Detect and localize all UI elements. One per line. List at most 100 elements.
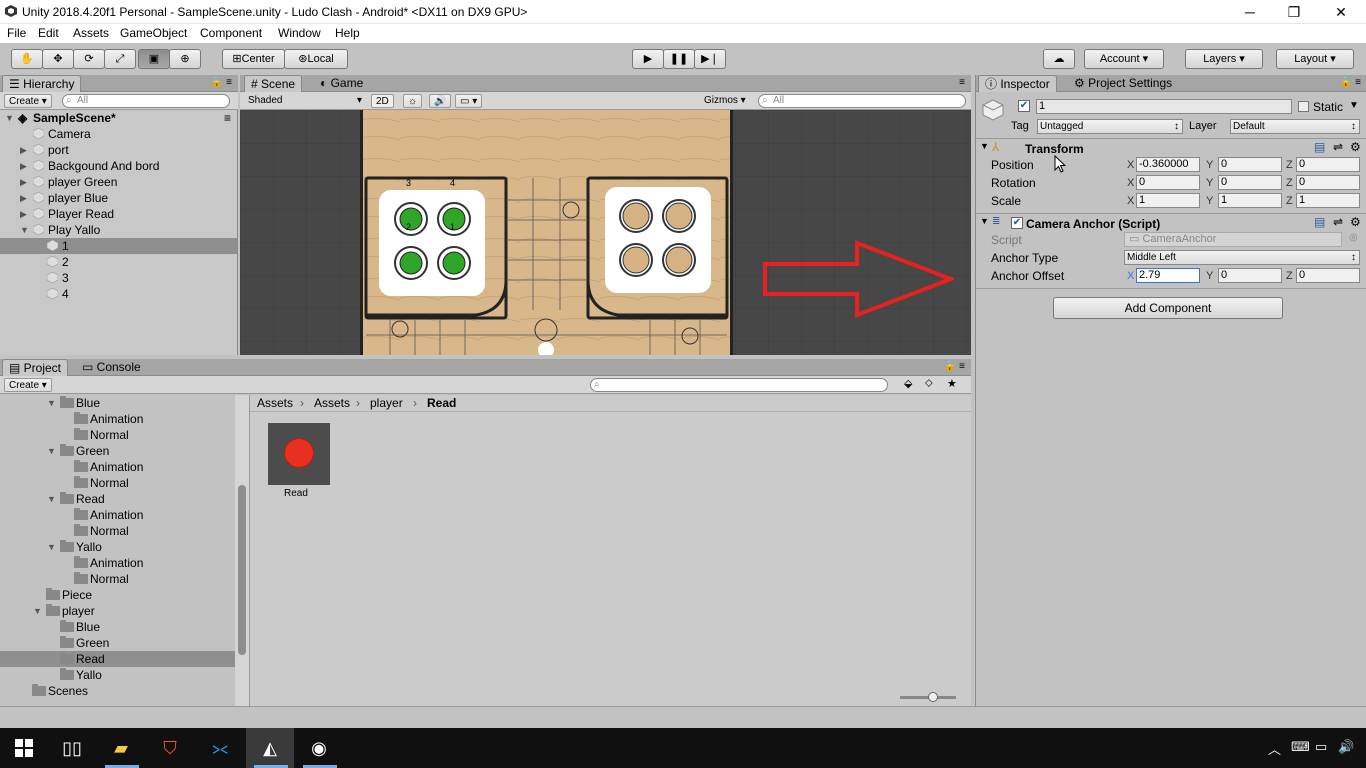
panel-menu-icon[interactable]: ≡: [959, 77, 965, 88]
hierarchy-item[interactable]: Camera: [0, 126, 237, 142]
component-gear-icon[interactable]: ⚙: [1350, 140, 1361, 154]
expand-arrow-icon[interactable]: ▶: [20, 190, 27, 206]
position-z-field[interactable]: 0: [1296, 157, 1360, 172]
display-icon[interactable]: ▭: [1315, 739, 1327, 755]
expand-arrow-icon[interactable]: ▶: [20, 174, 27, 190]
file-explorer-icon[interactable]: ▰: [107, 734, 135, 762]
position-x-field[interactable]: -0.360000: [1136, 157, 1200, 172]
preset-sliders-icon[interactable]: ⇌: [1333, 140, 1343, 154]
windows-start-icon[interactable]: [10, 734, 38, 762]
scene-root[interactable]: ▼ ◈ SampleScene* ≡: [0, 110, 237, 126]
layout-dropdown[interactable]: Layout ▾: [1276, 49, 1354, 69]
folder-item[interactable]: Animation: [0, 507, 237, 523]
folder-item[interactable]: ▼ player: [0, 603, 237, 619]
expand-arrow-icon[interactable]: ▶: [20, 158, 27, 174]
folder-item[interactable]: Normal: [0, 571, 237, 587]
menu-gameobject[interactable]: GameObject: [120, 26, 187, 40]
position-y-field[interactable]: 0: [1218, 157, 1282, 172]
filter-label-icon[interactable]: ⬦: [925, 377, 933, 390]
volume-icon[interactable]: 🔊: [1338, 739, 1354, 755]
play-button[interactable]: ▶: [632, 49, 664, 69]
component-gear-icon[interactable]: ⚙: [1350, 215, 1361, 229]
add-component-button[interactable]: Add Component: [1053, 297, 1283, 319]
maximize-button[interactable]: ❐: [1279, 2, 1309, 22]
pivot-local-button[interactable]: ⊛Local: [284, 49, 348, 69]
folder-item-selected[interactable]: Read: [0, 651, 237, 667]
hierarchy-item[interactable]: ▶ Player Read: [0, 206, 237, 222]
audio-toggle-button[interactable]: 🔊: [429, 94, 452, 108]
gizmos-dropdown[interactable]: Gizmos ▾: [700, 94, 750, 108]
breadcrumb-item[interactable]: Assets: [314, 396, 350, 410]
filter-type-icon[interactable]: ⬙: [904, 377, 912, 390]
menu-edit[interactable]: Edit: [38, 26, 59, 40]
folder-item[interactable]: Normal: [0, 427, 237, 443]
scene-viewport[interactable]: 3 4 2 1: [240, 110, 971, 355]
asset-thumbnail[interactable]: [268, 423, 330, 485]
chevron-down-icon[interactable]: ▼: [1349, 100, 1359, 111]
rotation-x-field[interactable]: 0: [1136, 175, 1200, 190]
scale-x-field[interactable]: 1: [1136, 193, 1200, 208]
hierarchy-item[interactable]: ▶ player Blue: [0, 190, 237, 206]
hierarchy-item[interactable]: 2: [0, 254, 237, 270]
hierarchy-item[interactable]: ▶ Backgound And bord: [0, 158, 237, 174]
script-component-header[interactable]: ▼ ≣ ✔ Camera Anchor (Script) ▤ ⇌ ⚙: [976, 214, 1366, 232]
network-icon[interactable]: ⌨: [1291, 739, 1310, 755]
anchor-offset-y-field[interactable]: 0: [1218, 268, 1282, 283]
menu-assets[interactable]: Assets: [73, 26, 109, 40]
anchor-offset-x-field[interactable]: 2.79: [1136, 268, 1200, 283]
close-button[interactable]: ✕: [1326, 2, 1356, 22]
folder-item[interactable]: ▼ Green: [0, 443, 237, 459]
breadcrumb-item[interactable]: Read: [427, 396, 456, 410]
project-search-input[interactable]: ⌕: [590, 378, 888, 392]
project-create-button[interactable]: Create ▾: [4, 378, 52, 392]
tab-inspector[interactable]: ⓘ Inspector: [978, 75, 1057, 92]
folder-item[interactable]: Normal: [0, 475, 237, 491]
tab-game[interactable]: ◐ Game: [314, 75, 369, 92]
obs-studio-icon[interactable]: ◉: [305, 734, 333, 762]
rotation-z-field[interactable]: 0: [1296, 175, 1360, 190]
unity-taskbar-icon[interactable]: ◭: [256, 734, 284, 762]
panel-menu-icon[interactable]: 🔒 ≡: [211, 77, 232, 88]
pause-button[interactable]: ❚❚: [663, 49, 695, 69]
lighting-toggle-button[interactable]: ☼: [403, 94, 423, 108]
2d-toggle-button[interactable]: 2D: [371, 94, 394, 108]
transform-header[interactable]: ▼ ⅄ Transform ▤ ⇌ ⚙: [976, 139, 1366, 157]
zoom-slider[interactable]: [900, 692, 956, 702]
static-checkbox[interactable]: [1298, 101, 1309, 112]
expand-arrow-icon[interactable]: ▼: [20, 222, 29, 238]
folder-item[interactable]: Animation: [0, 459, 237, 475]
expand-arrow-icon[interactable]: ▼: [47, 491, 56, 507]
scrollbar-thumb[interactable]: [238, 485, 246, 655]
help-book-icon[interactable]: ▤: [1314, 215, 1325, 229]
hierarchy-item[interactable]: ▼ Play Yallo: [0, 222, 237, 238]
vscode-icon[interactable]: ⪥: [206, 734, 234, 762]
hand-tool-button[interactable]: ✋: [11, 49, 43, 69]
layers-dropdown[interactable]: Layers ▾: [1185, 49, 1263, 69]
pivot-center-button[interactable]: ⊞Center: [222, 49, 285, 69]
tab-project-settings[interactable]: ⚙ Project Settings: [1068, 75, 1178, 92]
panel-menu-icon[interactable]: 🔒 ≡: [944, 361, 965, 372]
expand-arrow-icon[interactable]: ▼: [980, 141, 989, 151]
minimize-button[interactable]: ─: [1235, 2, 1265, 22]
menu-file[interactable]: File: [7, 26, 26, 40]
layer-dropdown[interactable]: Default ↕: [1230, 119, 1360, 134]
tab-scene[interactable]: # Scene: [244, 75, 303, 92]
tag-dropdown[interactable]: Untagged ↕: [1037, 119, 1183, 134]
folder-item[interactable]: ▼ Yallo: [0, 539, 237, 555]
rotate-tool-button[interactable]: ⟳: [73, 49, 105, 69]
active-checkbox[interactable]: ✔: [1018, 100, 1030, 112]
menu-component[interactable]: Component: [200, 26, 262, 40]
zoom-slider-thumb[interactable]: [928, 692, 938, 702]
hierarchy-item[interactable]: ▶ port: [0, 142, 237, 158]
folder-item[interactable]: Animation: [0, 411, 237, 427]
hierarchy-item[interactable]: 4: [0, 286, 237, 302]
rotation-y-field[interactable]: 0: [1218, 175, 1282, 190]
breadcrumb-item[interactable]: player: [370, 396, 403, 410]
rect-tool-button[interactable]: ▣: [138, 49, 170, 69]
hierarchy-item-selected[interactable]: 1: [0, 238, 237, 254]
scale-y-field[interactable]: 1: [1218, 193, 1282, 208]
folder-item[interactable]: Scenes: [0, 683, 237, 699]
favorite-star-icon[interactable]: ★: [947, 377, 957, 390]
folder-item[interactable]: ▼ Read: [0, 491, 237, 507]
folder-item[interactable]: Normal: [0, 523, 237, 539]
